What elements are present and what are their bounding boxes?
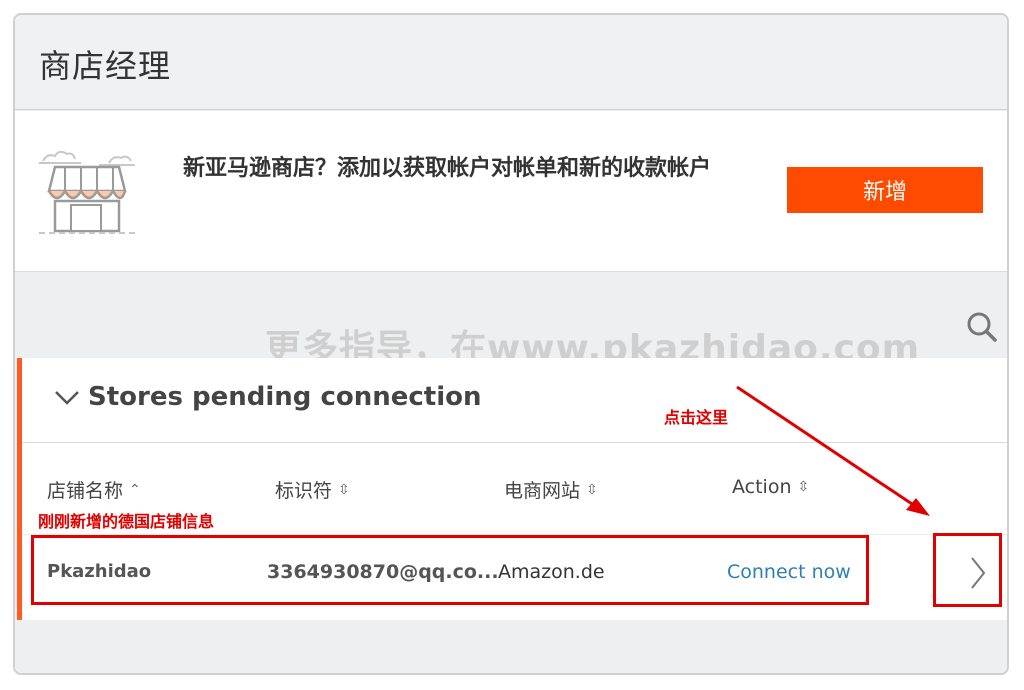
annotation-arrow — [736, 385, 930, 516]
